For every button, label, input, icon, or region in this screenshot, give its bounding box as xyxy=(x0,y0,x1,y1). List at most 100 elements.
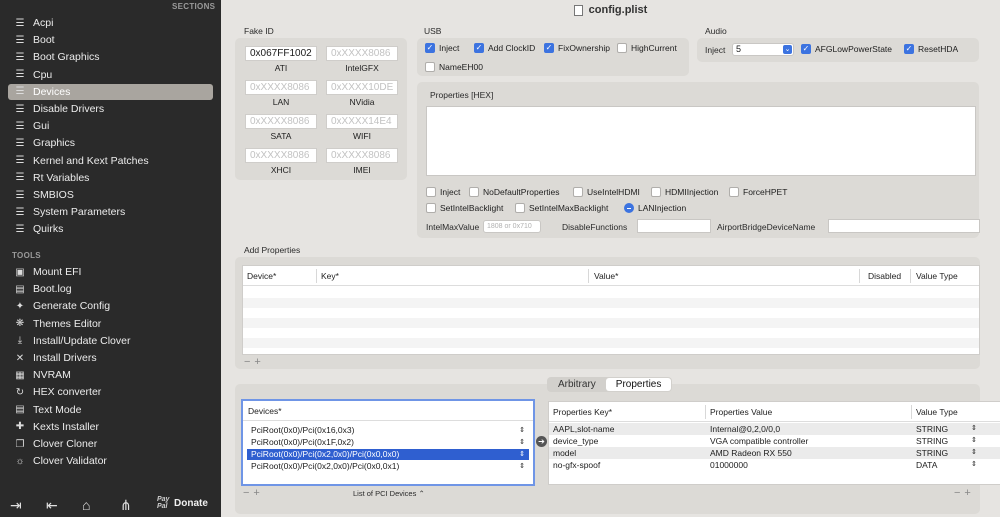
donate-button[interactable]: Pay Pal Donate xyxy=(157,496,208,510)
intel-max-value-input[interactable]: 1808 or 0x710 xyxy=(483,220,541,233)
sidebar-item-acpi[interactable]: ☰ Acpi xyxy=(8,15,213,31)
device-row[interactable]: PciRoot(0x0)/Pci(0x16,0x3) ⇕ xyxy=(247,425,529,436)
tab-arbitrary[interactable]: Arbitrary xyxy=(548,378,606,391)
sidebar-item-hex-converter[interactable]: ↻ HEX converter xyxy=(8,384,213,400)
add-remove-device-buttons[interactable]: −+ xyxy=(243,487,264,499)
sidebar-item-clover-cloner[interactable]: ❐ Clover Cloner xyxy=(8,436,213,452)
sidebar-item-disable-drivers[interactable]: ☰ Disable Drivers xyxy=(8,101,213,117)
updown-chevron-icon[interactable]: ⇕ xyxy=(519,449,525,460)
col-properties-key[interactable]: Properties Key* xyxy=(553,407,612,417)
tab-properties[interactable]: Properties xyxy=(605,378,672,391)
property-row[interactable]: AAPL,slot-name Internal@0,2,0/0,0 STRING ⇕ xyxy=(549,423,1000,435)
usb-fixownership-checkbox[interactable]: ✓ FixOwnership xyxy=(544,43,610,53)
col-key[interactable]: Key* xyxy=(321,271,339,281)
fake-id-nvidia-input[interactable]: 0xXXXX10DE xyxy=(326,80,398,95)
sidebar-item-text-mode[interactable]: ▤ Text Mode xyxy=(8,402,213,418)
set-intel-backlight-checkbox[interactable]: SetIntelBacklight xyxy=(426,203,503,213)
use-intel-hdmi-checkbox[interactable]: UseIntelHDMI xyxy=(573,187,640,197)
sidebar-item-themes-editor[interactable]: ❋ Themes Editor xyxy=(8,316,213,332)
usb-highcurrent-checkbox[interactable]: HighCurrent xyxy=(617,43,677,53)
col-value[interactable]: Value* xyxy=(594,271,618,281)
list-icon: ☰ xyxy=(15,51,25,63)
share-icon[interactable]: ⋔ xyxy=(120,497,132,514)
lan-injection-toggle[interactable]: LANInjection xyxy=(624,203,686,213)
device-row[interactable]: PciRoot(0x0)/Pci(0x2,0x0)/Pci(0x0,0x1) ⇕ xyxy=(247,461,529,472)
fake-id-imei-input[interactable]: 0xXXXX8086 xyxy=(326,148,398,163)
col-properties-value[interactable]: Properties Value xyxy=(710,407,772,417)
sidebar-item-kernel-and-kext-patches[interactable]: ☰ Kernel and Kext Patches xyxy=(8,153,213,169)
hdmi-injection-checkbox[interactable]: HDMIInjection xyxy=(651,187,718,197)
fake-id-lan-input[interactable]: 0xXXXX8086 xyxy=(245,80,317,95)
updown-chevron-icon[interactable]: ⇕ xyxy=(519,437,525,448)
home-icon[interactable]: ⌂ xyxy=(82,497,90,513)
export-icon[interactable]: ⇥ xyxy=(10,497,22,514)
usb-label: USB xyxy=(424,26,442,36)
updown-chevron-icon[interactable]: ⇕ xyxy=(971,435,977,447)
sidebar-item-smbios[interactable]: ☰ SMBIOS xyxy=(8,187,213,203)
download-icon: ⤓ xyxy=(17,335,23,347)
usb-inject-checkbox[interactable]: ✓ Inject xyxy=(425,43,459,53)
updown-chevron-icon[interactable]: ⇕ xyxy=(971,447,977,459)
import-icon[interactable]: ⇤ xyxy=(46,497,58,514)
sidebar-item-label: Graphics xyxy=(33,137,76,150)
updown-chevron-icon[interactable]: ⇕ xyxy=(519,425,525,436)
add-remove-property-key-buttons[interactable]: −+ xyxy=(954,487,975,499)
no-default-properties-checkbox[interactable]: NoDefaultProperties xyxy=(469,187,560,197)
force-hpet-checkbox[interactable]: ForceHPET xyxy=(729,187,787,197)
col-properties-type[interactable]: Value Type xyxy=(916,407,958,417)
airport-bridge-input[interactable] xyxy=(828,219,980,233)
fake-id-xhci-label: XHCI xyxy=(270,165,292,175)
col-value-type[interactable]: Value Type xyxy=(916,271,958,281)
devices-list: Devices* PciRoot(0x0)/Pci(0x16,0x3) ⇕ PciR… xyxy=(241,399,535,486)
sidebar-item-generate-config[interactable]: ✦ Generate Config xyxy=(8,298,213,314)
sidebar-item-label: Themes Editor xyxy=(33,317,102,330)
add-remove-property-buttons[interactable]: −+ xyxy=(244,356,265,368)
sidebar-item-boot-log[interactable]: ▤ Boot.log xyxy=(8,281,213,297)
usb-nameeh00-checkbox[interactable]: NameEH00 xyxy=(425,62,483,72)
sidebar-item-install-update-clover[interactable]: ⤓ Install/Update Clover xyxy=(8,333,213,349)
fake-id-ati-input[interactable]: 0x067FF1002 xyxy=(245,46,317,61)
fake-id-wifi-input[interactable]: 0xXXXX14E4 xyxy=(326,114,398,129)
sidebar-item-mount-efi[interactable]: ▣ Mount EFI xyxy=(8,264,213,280)
sidebar-item-devices[interactable]: ☰ Devices xyxy=(8,83,213,100)
hex-inject-checkbox[interactable]: Inject xyxy=(426,187,460,197)
afg-low-power-checkbox[interactable]: ✓ AFGLowPowerState xyxy=(801,44,892,54)
audio-inject-select[interactable]: 5 ⌄ xyxy=(732,43,794,56)
fake-id-xhci-input[interactable]: 0xXXXX8086 xyxy=(245,148,317,163)
sidebar-item-boot-graphics[interactable]: ☰ Boot Graphics xyxy=(8,49,213,65)
col-device[interactable]: Device* xyxy=(247,271,276,281)
device-row[interactable]: PciRoot(0x0)/Pci(0x2,0x0)/Pci(0x0,0x0) ⇕ xyxy=(247,449,529,460)
window-title: config.plist xyxy=(588,4,648,16)
usb-add-clockid-checkbox[interactable]: ✓ Add ClockID xyxy=(474,43,535,53)
pci-devices-list-button[interactable]: List of PCI Devices ⌃ xyxy=(353,489,425,498)
updown-chevron-icon[interactable]: ⇕ xyxy=(519,461,525,472)
list-icon: ☰ xyxy=(15,223,25,235)
device-row[interactable]: PciRoot(0x0)/Pci(0x1F,0x2) ⇕ xyxy=(247,437,529,448)
updown-chevron-icon[interactable]: ⇕ xyxy=(971,423,977,435)
property-row[interactable]: model AMD Radeon RX 550 STRING ⇕ xyxy=(549,447,1000,459)
sidebar-item-install-drivers[interactable]: ✕ Install Drivers xyxy=(8,350,213,366)
fake-id-intelgfx-input[interactable]: 0xXXXX8086 xyxy=(326,46,398,61)
set-intel-max-backlight-checkbox[interactable]: SetIntelMaxBacklight xyxy=(515,203,608,213)
disable-functions-input[interactable] xyxy=(637,219,711,233)
sidebar-item-rt-variables[interactable]: ☰ Rt Variables xyxy=(8,170,213,186)
sidebar-item-cpu[interactable]: ☰ Cpu xyxy=(8,67,213,83)
property-row[interactable]: no-gfx-spoof 01000000 DATA ⇕ xyxy=(549,459,1000,471)
sidebar-item-quirks[interactable]: ☰ Quirks xyxy=(8,221,213,237)
sidebar-item-gui[interactable]: ☰ Gui xyxy=(8,118,213,134)
sidebar-item-nvram[interactable]: ▦ NVRAM xyxy=(8,367,213,383)
arrow-right-icon[interactable]: ➔ xyxy=(536,436,547,447)
col-disabled[interactable]: Disabled xyxy=(868,271,901,281)
sidebar-item-boot[interactable]: ☰ Boot xyxy=(8,32,213,48)
usb-group: ✓ Inject ✓ Add ClockID ✓ FixOwnership HighC… xyxy=(417,38,689,76)
fake-id-sata-input[interactable]: 0xXXXX8086 xyxy=(245,114,317,129)
updown-chevron-icon[interactable]: ⇕ xyxy=(971,459,977,471)
sidebar-item-system-parameters[interactable]: ☰ System Parameters xyxy=(8,204,213,220)
property-row[interactable]: device_type VGA compatible controller STRI… xyxy=(549,435,1000,447)
reset-hda-checkbox[interactable]: ✓ ResetHDA xyxy=(904,44,958,54)
sidebar-item-kexts-installer[interactable]: ✚ Kexts Installer xyxy=(8,419,213,435)
sidebar-item-clover-validator[interactable]: ☼ Clover Validator xyxy=(8,453,213,469)
properties-hex-textarea[interactable] xyxy=(426,106,976,176)
paypal-icon: Pay Pal xyxy=(157,496,170,510)
sidebar-item-graphics[interactable]: ☰ Graphics xyxy=(8,135,213,151)
